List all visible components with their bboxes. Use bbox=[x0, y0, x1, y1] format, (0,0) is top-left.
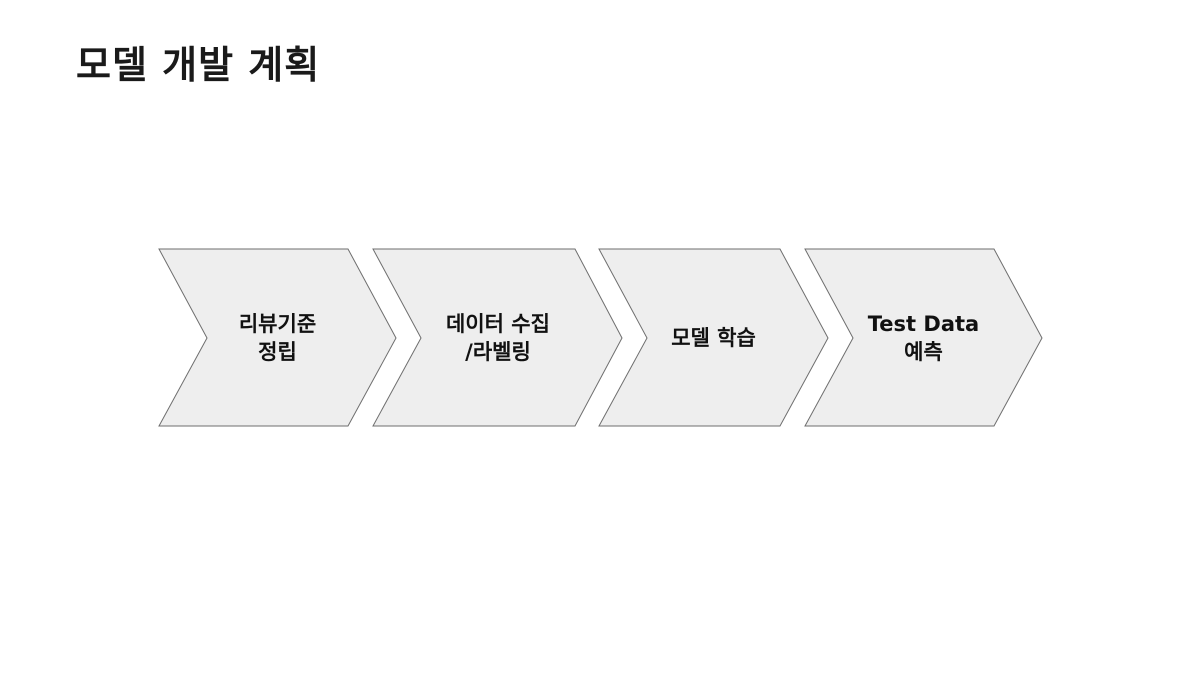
step-2-line2: /라벨링 bbox=[465, 339, 531, 364]
step-4-line1: Test Data bbox=[867, 311, 980, 336]
step-label-3: 모델 학습 bbox=[647, 249, 780, 426]
step-2-line1: 데이터 수집 bbox=[446, 311, 550, 336]
step-1-line2: 정립 bbox=[258, 339, 297, 364]
step-1-line1: 리뷰기준 bbox=[238, 311, 317, 336]
process-flow bbox=[158, 248, 1043, 427]
step-3-line1: 모델 학습 bbox=[671, 325, 756, 350]
step-label-2: 데이터 수집 /라벨링 bbox=[421, 249, 575, 426]
step-label-1: 리뷰기준 정립 bbox=[207, 249, 348, 426]
step-label-4: Test Data 예측 bbox=[853, 249, 994, 426]
step-4-line2: 예측 bbox=[904, 339, 943, 364]
